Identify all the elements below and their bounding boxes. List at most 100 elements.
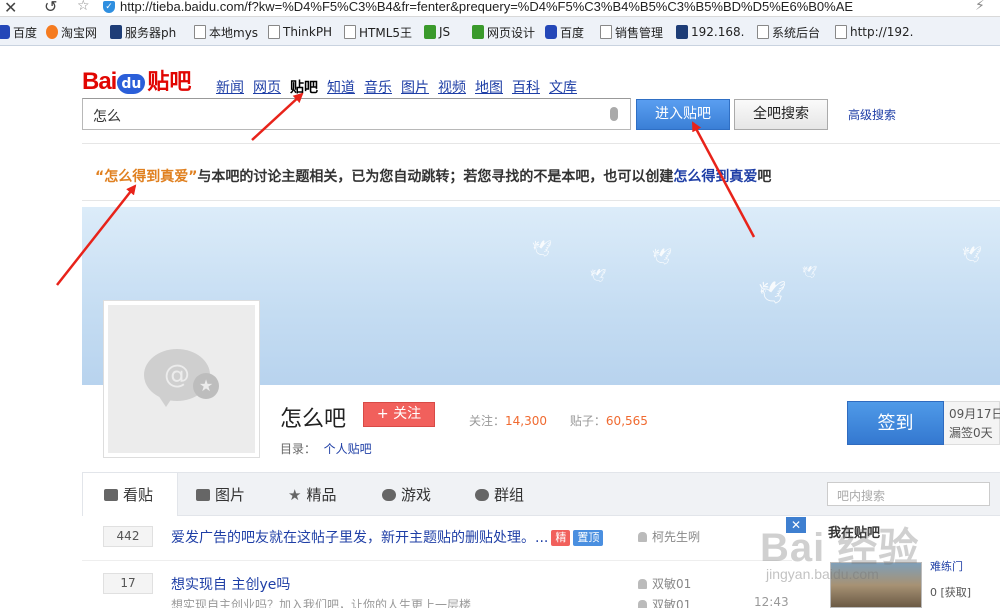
bookmark-label: JS	[439, 25, 451, 39]
green-icon	[472, 25, 484, 39]
page-icon	[600, 25, 612, 39]
forum-link[interactable]: 难练门	[930, 558, 963, 574]
follow-button[interactable]: + 关注	[363, 402, 435, 427]
nav-item[interactable]: 贴吧	[290, 77, 318, 97]
taobao-icon	[46, 25, 58, 39]
reload-icon[interactable]: ↺	[44, 0, 57, 16]
search-all-tieba-button[interactable]: 全吧搜索	[734, 99, 828, 130]
notice-keyword: “怎么得到真爱”	[95, 169, 198, 185]
bookmark-label: 本地mys	[209, 25, 259, 40]
logo-tieba-text: 贴吧	[147, 70, 192, 95]
nav-item[interactable]: 视频	[438, 77, 466, 97]
catalog-link[interactable]: 个人贴吧	[324, 442, 372, 456]
microphone-icon[interactable]	[610, 107, 618, 121]
nav-item[interactable]: 知道	[327, 77, 355, 97]
dove-icon: 🕊	[590, 269, 607, 284]
bookmark-item[interactable]: 本地mys	[194, 23, 258, 41]
tab-threads[interactable]: 看贴	[82, 473, 178, 516]
pinned-badge: 置顶	[573, 530, 604, 546]
logo-paw-icon: du	[117, 74, 146, 94]
user-icon	[638, 600, 647, 608]
advanced-search-link[interactable]: 高级搜索	[848, 106, 896, 123]
bookmark-item[interactable]: 百度	[545, 23, 584, 41]
bookmarks-bar: 百度 淘宝网 服务器ph 本地mys ThinkPH HTML5王 JS 网页设计 百度 销售管理…	[0, 17, 1000, 46]
thread-title[interactable]: 爱发广告的吧友就在这帖子里发，新开主题贴的删贴处理。... 精置顶	[171, 527, 604, 547]
document-icon	[104, 488, 118, 501]
bookmark-item[interactable]: 服务器ph	[110, 23, 176, 41]
nav-item[interactable]: 百科	[512, 77, 540, 97]
author-name: 双敏01	[652, 577, 692, 591]
last-replier-name: 双敏01	[652, 598, 692, 608]
star-badge-icon: ★	[193, 373, 219, 399]
thread-row[interactable]: 442 爱发广告的吧友就在这帖子里发，新开主题贴的删贴处理。... 精置顶 柯先生…	[82, 518, 792, 558]
page-icon	[344, 25, 356, 39]
url-field[interactable]: http://tieba.baidu.com/f?kw=%D4%F5%C3%B4…	[120, 0, 853, 14]
thread-author[interactable]: 双敏01	[638, 575, 691, 592]
bookmark-item[interactable]: HTML5王	[344, 23, 412, 41]
bookmark-item[interactable]: 网页设计	[472, 23, 535, 41]
tab-groups[interactable]: 群组	[475, 473, 524, 516]
tab-featured[interactable]: ★ 精品	[288, 473, 336, 516]
nav-item[interactable]: 音乐	[364, 77, 392, 97]
enter-tieba-button[interactable]: 进入贴吧	[636, 99, 730, 130]
navy-icon	[676, 25, 688, 39]
address-bar: ✕ ↺ ☆ ✓ http://tieba.baidu.com/f?kw=%D4%…	[0, 0, 1000, 17]
last-replier[interactable]: 双敏01	[638, 596, 691, 608]
sign-in-info: 09月17日 漏签0天	[944, 401, 1000, 445]
forum-avatar: @ ★	[103, 300, 260, 458]
bookmark-item[interactable]: 192.168.	[676, 23, 744, 41]
baidu-jingyan-watermark: Bai 经验	[760, 526, 920, 570]
bookmark-label: HTML5王	[359, 25, 413, 40]
page-icon	[835, 25, 847, 39]
tab-games[interactable]: 游戏	[382, 473, 431, 516]
bookmark-item[interactable]: http://192.	[835, 23, 913, 41]
bookmark-item[interactable]: 百度	[0, 23, 37, 41]
nav-item[interactable]: 地图	[475, 77, 503, 97]
notice-divider	[82, 200, 1000, 201]
dove-icon: 🕊	[802, 265, 818, 279]
create-forum-link[interactable]: 怎么得到真爱	[673, 169, 757, 185]
baidu-tieba-logo[interactable]: Bai du 贴吧	[82, 56, 191, 96]
top-nav: 新闻 网页 贴吧 知道 音乐 图片 视频 地图 百科 文库	[216, 77, 577, 97]
forum-catalog: 目录： 个人贴吧	[280, 440, 372, 457]
nav-item[interactable]: 网页	[253, 77, 281, 97]
favorite-star-icon[interactable]: ☆	[77, 0, 90, 14]
tab-label: 精品	[306, 486, 337, 504]
thread-row[interactable]: 17 想实现自 主创ye吗 双敏01 想实现自主创业吗？加入我们吧，让你的人生更…	[82, 565, 792, 608]
nav-item[interactable]: 文库	[549, 77, 577, 97]
bookmark-item[interactable]: ThinkPH	[268, 23, 332, 41]
bookmark-item[interactable]: 销售管理	[600, 23, 663, 41]
thread-author[interactable]: 柯先生咧	[638, 528, 700, 545]
reply-count: 442	[103, 526, 153, 547]
page-icon	[268, 25, 280, 39]
forum-search-input[interactable]: 吧内搜索	[827, 482, 990, 506]
nav-item[interactable]: 新闻	[216, 77, 244, 97]
extension-icon[interactable]: ⚡	[975, 0, 985, 14]
tbean-get-link[interactable]: 0 [获取]	[930, 584, 971, 600]
search-input[interactable]: 怎么	[82, 98, 631, 130]
bookmark-item[interactable]: 淘宝网	[46, 23, 97, 41]
thread-title[interactable]: 想实现自 主创ye吗	[171, 574, 290, 594]
bookmark-label: 百度	[13, 25, 38, 40]
redirect-notice: “怎么得到真爱”与本吧的讨论主题相关，已为您自动跳转；若您寻找的不是本吧，也可以…	[95, 166, 771, 186]
security-shield-icon: ✓	[103, 1, 115, 13]
bookmark-item[interactable]: 系统后台	[757, 23, 820, 41]
followers-count: 14,300	[505, 414, 548, 428]
dove-icon: 🕊	[758, 281, 786, 306]
tab-images[interactable]: 图片	[196, 473, 245, 516]
nav-item[interactable]: 图片	[401, 77, 429, 97]
bookmark-item[interactable]: JS	[424, 23, 450, 41]
bookmark-label: 系统后台	[772, 25, 821, 40]
stop-icon[interactable]: ✕	[4, 0, 17, 17]
navy-icon	[110, 25, 122, 39]
green-icon	[424, 25, 436, 39]
tab-label: 游戏	[401, 486, 432, 504]
search-input-value: 怎么	[93, 109, 121, 125]
dove-icon: 🕊	[962, 245, 983, 264]
paw-icon	[545, 25, 557, 39]
tab-label: 图片	[215, 486, 246, 504]
reply-count: 17	[103, 573, 153, 594]
image-icon	[196, 488, 210, 501]
featured-badge: 精	[551, 530, 571, 546]
sign-in-button[interactable]: 签到	[847, 401, 944, 445]
